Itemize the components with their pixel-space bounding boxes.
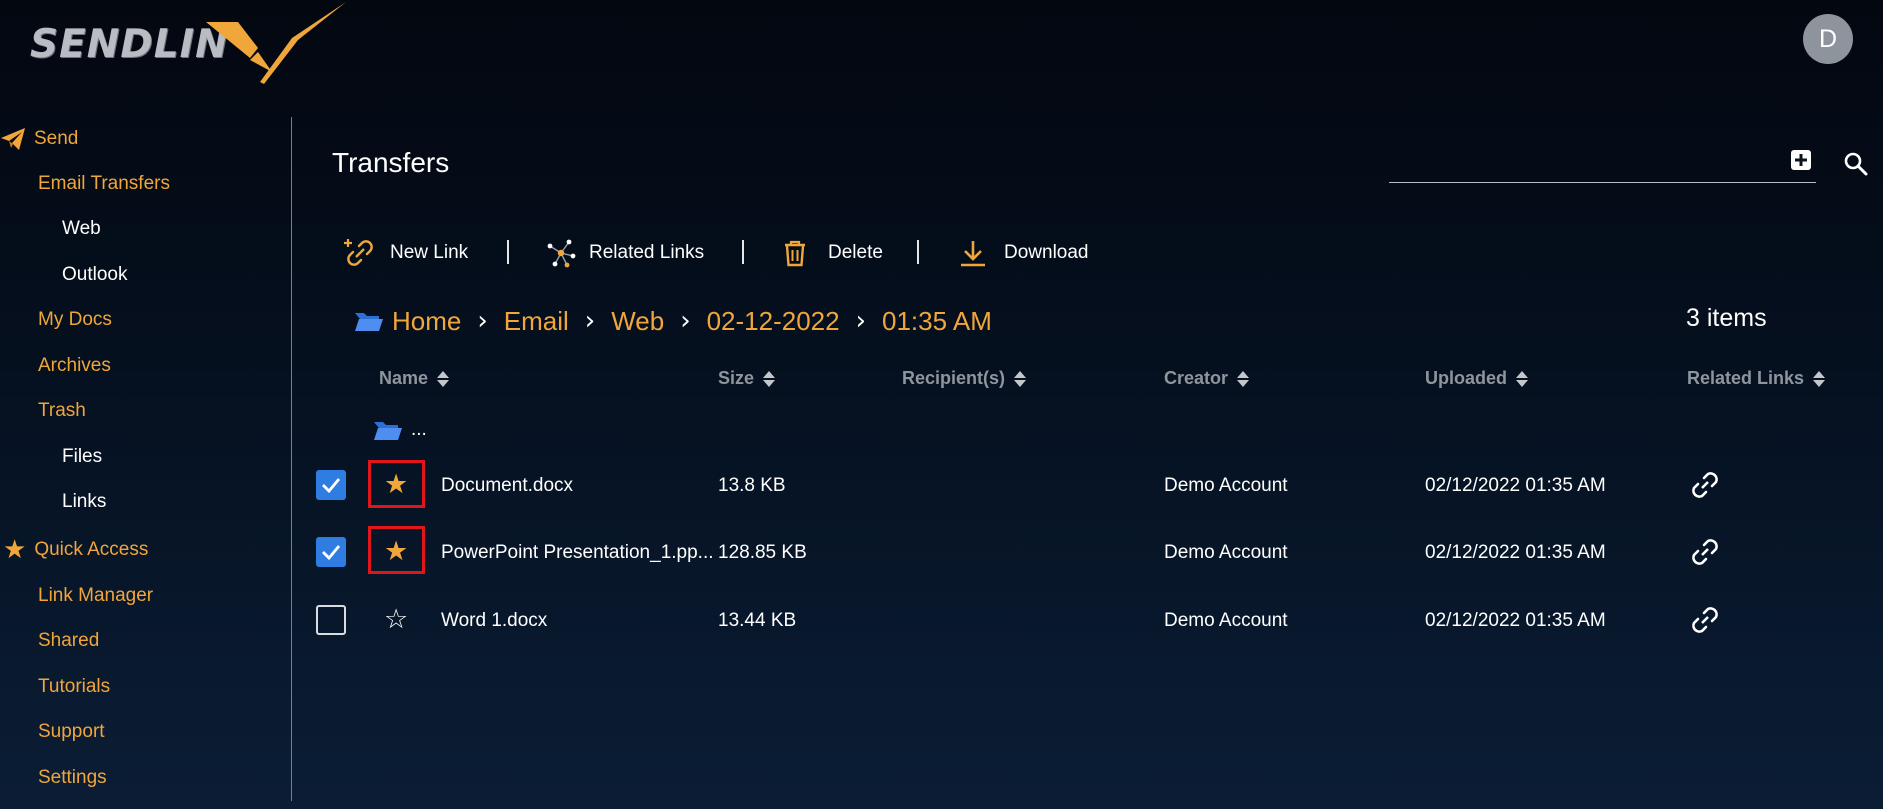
breadcrumb-home[interactable]: Home [392,306,461,337]
file-size: 128.85 KB [718,542,807,563]
column-header-size[interactable]: Size [718,368,776,389]
search-underline [1389,182,1816,183]
file-creator: Demo Account [1164,475,1288,496]
new-link-label: New Link [390,242,469,263]
download-button[interactable]: Download [958,236,1089,270]
related-links-label: Related Links [589,242,705,263]
sidebar-item-trash[interactable]: Trash [38,400,86,422]
table-row[interactable]: ☆ Word 1.docx 13.44 KB Demo Account 02/1… [0,593,1883,649]
column-header-name[interactable]: Name [379,368,450,389]
sort-icon [1516,370,1529,387]
chevron-right-icon: › [680,306,691,336]
row-checkbox[interactable] [316,605,346,635]
toolbar-separator [507,240,509,264]
network-icon [547,239,576,268]
breadcrumb-web[interactable]: Web [611,306,664,337]
column-header-label: Related Links [1687,368,1805,388]
file-name[interactable]: Document.docx [441,475,573,497]
checkmark-icon [322,478,341,494]
paper-plane-icon [1,128,25,150]
folder-open-icon [355,313,383,331]
column-header-recipients[interactable]: Recipient(s) [902,368,1027,389]
sort-icon [763,370,776,387]
column-header-label: Recipient(s) [902,368,1006,388]
avatar-initial: D [1818,24,1838,53]
sort-icon [1237,370,1250,387]
page-title: Transfers [332,147,450,178]
trash-icon [785,240,805,267]
chevron-right-icon: › [855,306,866,336]
link-icon[interactable] [1688,468,1722,502]
link-icon[interactable] [1688,603,1722,637]
related-links-button[interactable]: Related Links [545,236,704,270]
table-row[interactable]: ★ Document.docx 13.8 KB Demo Account 02/… [0,458,1883,514]
file-creator: Demo Account [1164,542,1288,563]
file-creator: Demo Account [1164,610,1288,631]
add-icon[interactable] [1790,149,1812,171]
sort-icon [1813,370,1826,387]
column-header-label: Size [718,368,755,388]
logo-x-mark [206,2,346,84]
breadcrumb-email[interactable]: Email [504,306,569,337]
delete-label: Delete [828,242,883,263]
column-header-label: Name [379,368,429,388]
file-size: 13.8 KB [718,475,786,496]
sidebar-item-settings[interactable]: Settings [38,767,107,789]
user-avatar[interactable]: D [1803,14,1853,64]
sendlinx-logo[interactable]: SENDLIN X [30,2,346,84]
table-row[interactable]: ★ PowerPoint Presentation_1.pp... 128.85… [0,525,1883,581]
sidebar-item-my-docs[interactable]: My Docs [38,309,112,331]
column-header-label: Uploaded [1425,368,1508,388]
breadcrumb-date[interactable]: 02-12-2022 [707,306,840,337]
link-icon[interactable] [1688,535,1722,569]
new-link-icon [344,239,373,266]
row-checkbox[interactable] [316,537,346,567]
row-checkbox[interactable] [316,470,346,500]
sidebar-item-archives[interactable]: Archives [38,355,111,377]
delete-button[interactable]: Delete [782,236,883,270]
column-header-creator[interactable]: Creator [1164,368,1250,389]
checkmark-icon [322,545,341,561]
new-link-button[interactable]: New Link [344,236,468,270]
sort-icon [1014,370,1027,387]
folder-open-icon [374,422,402,440]
file-size: 13.44 KB [718,610,797,631]
star-outline-icon[interactable]: ☆ [384,606,408,633]
star-filled-icon[interactable]: ★ [384,538,408,565]
toolbar-separator [742,240,744,264]
sidebar-item-send[interactable]: Send [0,127,78,151]
download-label: Download [1004,242,1089,263]
sidebar-item-support[interactable]: Support [38,721,105,743]
breadcrumb-time[interactable]: 01:35 AM [882,306,992,337]
parent-folder-row[interactable]: ... [373,418,427,442]
column-header-related-links[interactable]: Related Links [1687,368,1826,389]
file-name[interactable]: PowerPoint Presentation_1.pp... [441,542,714,564]
items-count: 3 items [1686,304,1767,332]
file-uploaded: 02/12/2022 01:35 AM [1425,475,1606,496]
sort-icon [437,370,450,387]
sidebar-item-tutorials[interactable]: Tutorials [38,676,110,698]
sidebar-item-email-transfers[interactable]: Email Transfers [38,173,170,195]
star-filled-icon[interactable]: ★ [384,471,408,498]
search-icon[interactable] [1843,151,1869,177]
search-input[interactable] [1389,150,1783,182]
sidebar-item-outlook[interactable]: Outlook [62,264,127,286]
column-header-uploaded[interactable]: Uploaded [1425,368,1529,389]
sidebar-item-label: Send [34,128,79,149]
parent-folder-label: ... [411,419,427,440]
chevron-right-icon: › [584,306,596,336]
sidebar-item-web[interactable]: Web [62,218,101,240]
download-icon [961,241,985,267]
toolbar-separator [917,240,919,264]
file-name[interactable]: Word 1.docx [441,610,547,632]
file-uploaded: 02/12/2022 01:35 AM [1425,542,1606,563]
chevron-right-icon: › [477,306,488,336]
file-uploaded: 02/12/2022 01:35 AM [1425,610,1606,631]
breadcrumb: Home › Email › Web › 02-12-2022 › 01:35 … [354,303,992,339]
column-header-label: Creator [1164,368,1229,388]
